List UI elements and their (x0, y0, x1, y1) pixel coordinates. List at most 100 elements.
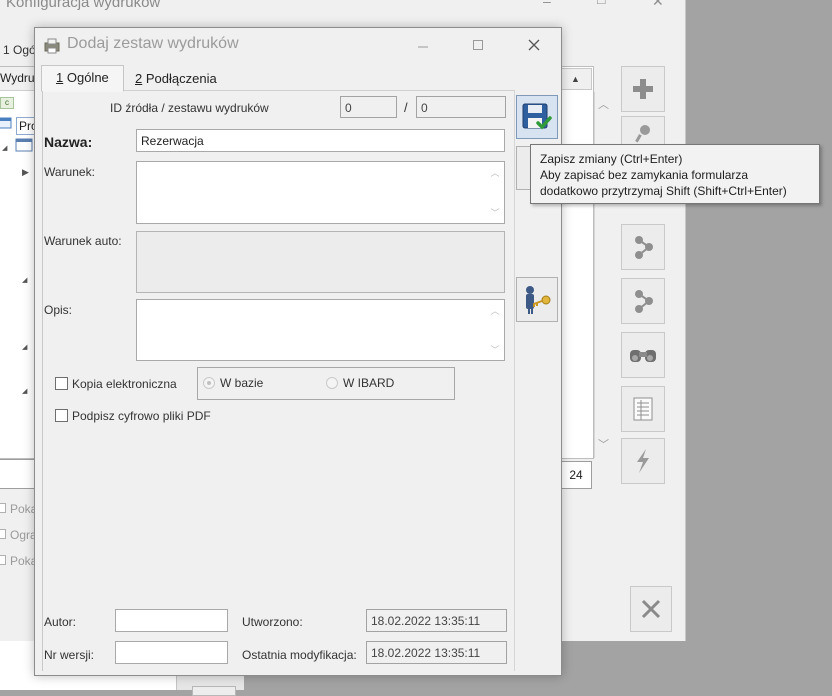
scroll-up-icon[interactable]: ︿ (490, 166, 499, 179)
tooltip-line-3: dodatkowo przytrzymaj Shift (Shift+Ctrl+… (540, 184, 787, 198)
sign-pdf-checkbox[interactable] (55, 409, 68, 422)
tree-collapse-icon[interactable]: ◢ (22, 387, 27, 395)
tooltip-line-2: Aby zapisać bez zamykania formularza (540, 168, 749, 182)
background-grid-right-part[interactable] (560, 66, 594, 459)
tree-collapse-icon[interactable]: ◢ (22, 343, 27, 351)
branch-button-2[interactable] (621, 278, 665, 324)
modified-field: 18.02.2022 13:35:11 (366, 641, 507, 664)
close-button[interactable] (512, 32, 556, 58)
tabstrip: 1 Ogólne 2 Podłączenia (41, 65, 515, 92)
background-checkbox[interactable] (0, 555, 6, 565)
radio-ibard-label: W IBARD (343, 376, 395, 390)
scroll-down-icon[interactable]: ﹀ (490, 206, 499, 219)
magnifier-icon (635, 124, 650, 142)
condition-scrollbar[interactable]: ︿ ﹀ (489, 166, 501, 219)
author-input[interactable] (115, 609, 228, 632)
scroll-down-icon[interactable]: ﹀ (598, 436, 609, 452)
find-button[interactable] (621, 332, 665, 378)
branch-icon (635, 290, 653, 313)
maximize-icon (473, 40, 483, 50)
sort-up-icon[interactable]: ▲ (560, 68, 592, 90)
name-label: Nazwa: (44, 134, 93, 150)
branch-icon (635, 236, 653, 259)
dialog-title: Dodaj zestaw wydruków (67, 35, 239, 52)
tree-collapse-icon[interactable]: ◢ (2, 144, 7, 152)
background-check-label: Ogra (10, 528, 37, 542)
created-label: Utworzono: (242, 615, 303, 629)
tree-collapse-icon[interactable]: ◢ (22, 276, 27, 284)
list-icon (633, 397, 653, 421)
tab-general-hotkey: 1 (56, 70, 64, 85)
maximize-button[interactable] (456, 32, 500, 58)
tab-connections-label: Podłączenia (145, 71, 217, 86)
description-scrollbar[interactable]: ︿ ﹀ (489, 304, 501, 356)
id-set-field: 0 (416, 96, 506, 118)
tab-general[interactable]: 1 Ogólne (41, 65, 124, 92)
auto-condition-field (136, 231, 505, 293)
scroll-up-icon[interactable]: ︿ (598, 96, 609, 112)
version-label: Nr wersji: (44, 648, 94, 662)
floppy-save-icon (522, 103, 552, 130)
printout-tree-icon (0, 117, 12, 129)
lightning-icon (637, 449, 649, 473)
user-key-button[interactable] (516, 277, 558, 322)
minimize-icon (418, 46, 428, 48)
edit-button[interactable] (621, 116, 665, 146)
scroll-up-icon[interactable]: ︿ (490, 304, 499, 317)
filter-icon[interactable]: c (0, 97, 14, 109)
description-label: Opis: (44, 303, 73, 317)
scroll-down-icon[interactable]: ﹀ (490, 343, 499, 356)
background-checkbox[interactable] (0, 529, 6, 539)
binoculars-icon (630, 350, 656, 362)
save-button[interactable] (516, 95, 558, 139)
background-close-button[interactable] (630, 586, 672, 632)
background-filter-field[interactable] (0, 459, 36, 489)
auto-condition-label: Warunek auto: (44, 234, 122, 248)
copy-location-group: W bazie W IBARD (197, 367, 455, 400)
radio-in-db[interactable] (203, 377, 215, 389)
minimize-button[interactable] (401, 32, 445, 58)
version-input[interactable] (115, 641, 228, 664)
dialog-titlebar[interactable]: Dodaj zestaw wydruków (35, 28, 561, 62)
record-count: 24 (560, 461, 592, 489)
id-separator: / (404, 100, 408, 115)
background-checkbox[interactable] (0, 503, 6, 513)
tooltip-line-1: Zapisz zmiany (Ctrl+Enter) (540, 152, 683, 166)
add-printout-set-dialog: Dodaj zestaw wydruków 1 Ogólne 2 Podłącz… (34, 27, 562, 676)
lightning-button[interactable] (621, 438, 665, 484)
radio-in-db-label: W bazie (220, 376, 264, 390)
background-tab-general[interactable]: 1 Ogó (3, 43, 36, 57)
document-tree-icon (15, 138, 33, 152)
close-icon (641, 599, 661, 619)
background-close-icon[interactable]: ✕ (652, 0, 664, 10)
id-label: ID źródła / zestawu wydruków (110, 101, 269, 115)
background-maximize-icon[interactable]: □ (597, 0, 605, 7)
background-window-title: Konfiguracja wydruków (6, 0, 161, 11)
tab-connections-hotkey: 2 (135, 71, 143, 86)
user-key-icon (526, 285, 551, 314)
modified-label: Ostatnia modyfikacja: (242, 648, 357, 662)
name-input[interactable]: Rezerwacja (136, 129, 505, 152)
plus-icon (633, 79, 653, 99)
background-minimize-icon[interactable]: – (543, 0, 551, 9)
condition-textarea[interactable]: ︿ ﹀ (136, 161, 505, 224)
list-button[interactable] (621, 386, 665, 432)
tab-general-label: Ogólne (66, 70, 109, 85)
save-tooltip: Zapisz zmiany (Ctrl+Enter) Aby zapisać b… (530, 144, 820, 204)
author-label: Autor: (44, 615, 77, 629)
description-textarea[interactable]: ︿ ﹀ (136, 299, 505, 361)
condition-label: Warunek: (44, 165, 95, 179)
electronic-copy-label: Kopia elektroniczna (72, 377, 177, 391)
id-source-field: 0 (340, 96, 397, 118)
add-button[interactable] (621, 66, 665, 112)
created-field: 18.02.2022 13:35:11 (366, 609, 507, 632)
background-lower-button[interactable] (192, 686, 236, 696)
printer-icon (44, 38, 60, 54)
electronic-copy-checkbox[interactable] (55, 377, 68, 390)
close-icon (528, 39, 540, 51)
sign-pdf-label: Podpisz cyfrowo pliki PDF (72, 409, 211, 423)
tab-connections[interactable]: 2 Podłączenia (121, 67, 231, 92)
radio-ibard[interactable] (326, 377, 338, 389)
tree-expand-icon[interactable]: ▶ (22, 167, 29, 178)
branch-button[interactable] (621, 224, 665, 270)
